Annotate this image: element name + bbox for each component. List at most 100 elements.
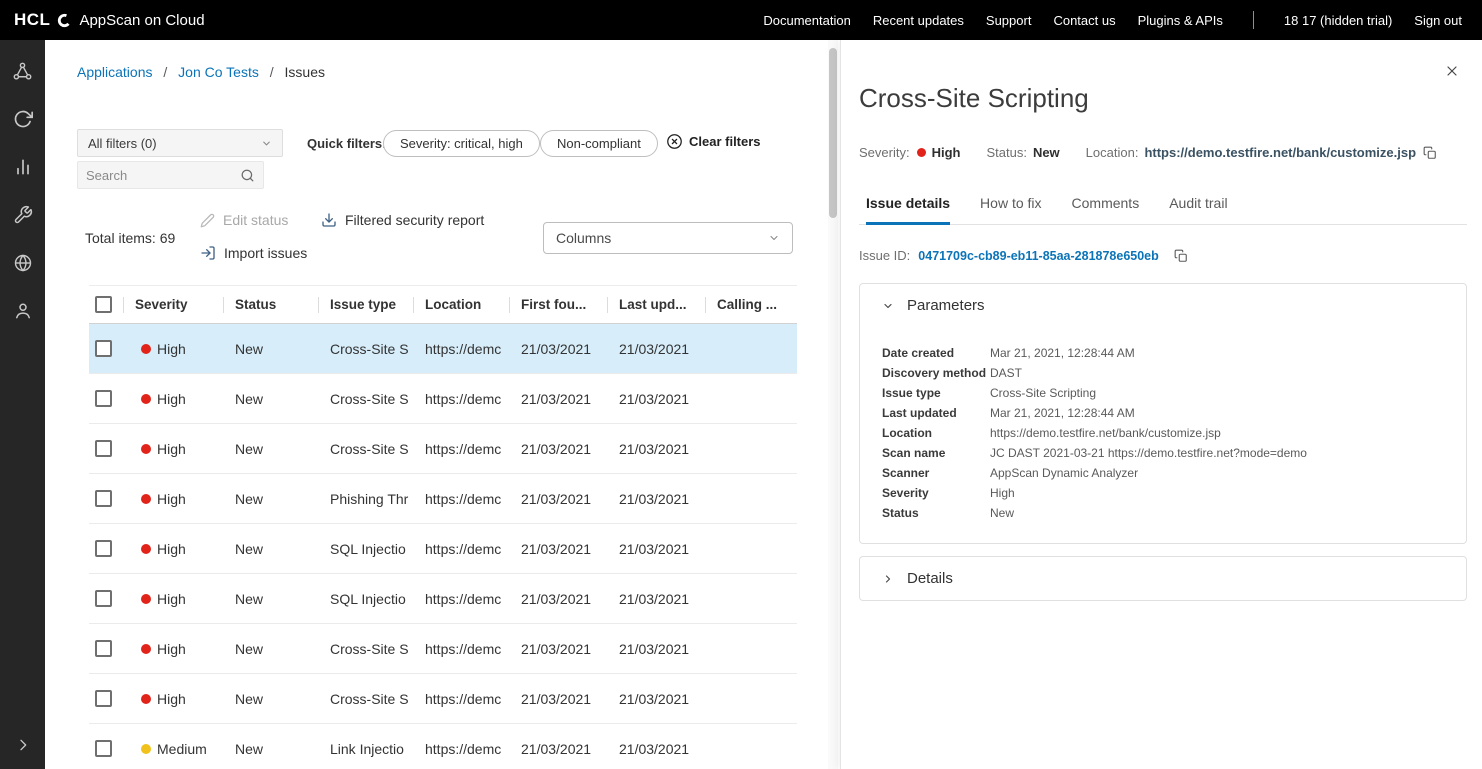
parameter-row: Date created Mar 21, 2021, 12:28:44 AM bbox=[882, 343, 1444, 363]
row-checkbox[interactable] bbox=[95, 740, 112, 757]
tab-how-to-fix[interactable]: How to fix bbox=[980, 187, 1041, 225]
issue-meta: Severity: High Status: New Location: htt… bbox=[859, 145, 1437, 160]
issue-id-row: Issue ID: 0471709c-cb89-eb11-85aa-281878… bbox=[859, 248, 1188, 263]
row-checkbox[interactable] bbox=[95, 390, 112, 407]
row-checkbox[interactable] bbox=[95, 690, 112, 707]
sidebar-item-network[interactable] bbox=[0, 243, 45, 283]
quick-filter-severity[interactable]: Severity: critical, high bbox=[383, 130, 540, 157]
select-all-checkbox[interactable] bbox=[95, 296, 112, 313]
breadcrumb-current: Issues bbox=[285, 64, 325, 80]
column-header[interactable]: First fou... bbox=[521, 297, 619, 312]
sidebar-item-account[interactable] bbox=[0, 291, 45, 331]
pencil-icon bbox=[200, 213, 215, 228]
scans-icon bbox=[13, 109, 33, 129]
table-body: High New Cross-Site S https://demc 21/03… bbox=[89, 324, 797, 769]
parameter-label: Status bbox=[882, 503, 990, 523]
sidebar-item-reports[interactable] bbox=[0, 147, 45, 187]
topnav-support[interactable]: Support bbox=[986, 13, 1032, 28]
severity-text: Medium bbox=[157, 741, 207, 757]
import-issues-label: Import issues bbox=[224, 245, 307, 261]
column-header[interactable]: Location bbox=[425, 297, 521, 312]
table-row[interactable]: High New Phishing Thr https://demc 21/03… bbox=[89, 474, 797, 524]
column-header[interactable]: Calling ... bbox=[717, 297, 797, 312]
all-filters-label: All filters (0) bbox=[88, 136, 157, 151]
last-updated-cell: 21/03/2021 bbox=[619, 441, 717, 457]
topnav-recent-updates[interactable]: Recent updates bbox=[873, 13, 964, 28]
table-row[interactable]: High New Cross-Site S https://demc 21/03… bbox=[89, 424, 797, 474]
search-input[interactable] bbox=[86, 168, 240, 183]
severity-cell: High bbox=[135, 491, 235, 507]
filtered-security-report-button[interactable]: Filtered security report bbox=[321, 212, 484, 228]
tab-audit-trail[interactable]: Audit trail bbox=[1169, 187, 1227, 225]
table-row[interactable]: High New Cross-Site S https://demc 21/03… bbox=[89, 674, 797, 724]
issue-type-cell: Cross-Site S bbox=[330, 341, 425, 357]
edit-status-button[interactable]: Edit status bbox=[200, 212, 288, 228]
severity-cell: High bbox=[135, 691, 235, 707]
sidebar-item-tools[interactable] bbox=[0, 195, 45, 235]
table-row[interactable]: High New SQL Injectio https://demc 21/03… bbox=[89, 574, 797, 624]
topnav-plugins-apis[interactable]: Plugins & APIs bbox=[1138, 13, 1223, 28]
row-checkbox[interactable] bbox=[95, 340, 112, 357]
first-found-cell: 21/03/2021 bbox=[521, 591, 619, 607]
copy-location-icon[interactable] bbox=[1423, 146, 1437, 160]
row-checkbox-cell bbox=[89, 740, 135, 757]
parameter-label: Scan name bbox=[882, 443, 990, 463]
person-icon bbox=[13, 301, 33, 321]
parameters-card: Parameters Date created Mar 21, 2021, 12… bbox=[859, 283, 1467, 544]
issue-type-cell: Cross-Site S bbox=[330, 641, 425, 657]
row-checkbox-cell bbox=[89, 440, 135, 457]
status-cell: New bbox=[235, 641, 330, 657]
brand: HCL AppScan on Cloud bbox=[14, 10, 205, 30]
sidebar-expand-button[interactable] bbox=[0, 727, 45, 763]
quick-filters-label: Quick filters: bbox=[307, 136, 386, 151]
details-card-header[interactable]: Details bbox=[860, 557, 1466, 600]
search-field[interactable] bbox=[77, 161, 264, 189]
column-header[interactable]: Issue type bbox=[330, 297, 425, 312]
severity-cell: High bbox=[135, 391, 235, 407]
last-updated-cell: 21/03/2021 bbox=[619, 541, 717, 557]
column-header[interactable]: Status bbox=[235, 297, 330, 312]
breadcrumb-separator: / bbox=[270, 64, 274, 80]
column-header[interactable]: Last upd... bbox=[619, 297, 717, 312]
sidebar-item-scans[interactable] bbox=[0, 99, 45, 139]
issue-id-link[interactable]: 0471709c-cb89-eb11-85aa-281878e650eb bbox=[918, 249, 1158, 263]
row-checkbox[interactable] bbox=[95, 540, 112, 557]
sidebar-item-applications[interactable] bbox=[0, 51, 45, 91]
quick-filter-noncompliant[interactable]: Non-compliant bbox=[540, 130, 658, 157]
column-header[interactable]: Severity bbox=[135, 297, 235, 312]
table-row[interactable]: High New Cross-Site S https://demc 21/03… bbox=[89, 324, 797, 374]
columns-dropdown[interactable]: Columns bbox=[543, 222, 793, 254]
parameter-row: Location https://demo.testfire.net/bank/… bbox=[882, 423, 1444, 443]
details-title: Details bbox=[907, 570, 953, 587]
row-checkbox[interactable] bbox=[95, 440, 112, 457]
topnav-documentation[interactable]: Documentation bbox=[763, 13, 850, 28]
clear-filters-button[interactable]: Clear filters bbox=[666, 133, 761, 150]
row-checkbox[interactable] bbox=[95, 590, 112, 607]
close-panel-button[interactable] bbox=[1442, 61, 1462, 81]
row-checkbox[interactable] bbox=[95, 490, 112, 507]
all-filters-dropdown[interactable]: All filters (0) bbox=[77, 129, 283, 157]
tab-comments[interactable]: Comments bbox=[1072, 187, 1140, 225]
last-updated-cell: 21/03/2021 bbox=[619, 741, 717, 757]
parameters-card-header[interactable]: Parameters bbox=[860, 284, 1466, 327]
location-cell: https://demc bbox=[425, 491, 521, 507]
location-cell: https://demc bbox=[425, 541, 521, 557]
table-row[interactable]: High New Cross-Site S https://demc 21/03… bbox=[89, 374, 797, 424]
severity-text: High bbox=[157, 391, 186, 407]
copy-issue-id-icon[interactable] bbox=[1174, 249, 1188, 263]
signout-link[interactable]: Sign out bbox=[1414, 13, 1462, 28]
location-link[interactable]: https://demo.testfire.net/bank/customize… bbox=[1144, 145, 1416, 160]
table-row[interactable]: Medium New Link Injectio https://demc 21… bbox=[89, 724, 797, 769]
issues-panel: Applications / Jon Co Tests / Issues All… bbox=[45, 40, 828, 769]
scrollbar-thumb[interactable] bbox=[829, 48, 837, 218]
last-updated-cell: 21/03/2021 bbox=[619, 391, 717, 407]
row-checkbox[interactable] bbox=[95, 640, 112, 657]
breadcrumb-applications[interactable]: Applications bbox=[77, 64, 153, 80]
status-cell: New bbox=[235, 441, 330, 457]
breadcrumb-application-name[interactable]: Jon Co Tests bbox=[178, 64, 259, 80]
import-issues-button[interactable]: Import issues bbox=[200, 245, 307, 261]
tab-issue-details[interactable]: Issue details bbox=[866, 187, 950, 225]
table-row[interactable]: High New Cross-Site S https://demc 21/03… bbox=[89, 624, 797, 674]
table-row[interactable]: High New SQL Injectio https://demc 21/03… bbox=[89, 524, 797, 574]
topnav-contact-us[interactable]: Contact us bbox=[1053, 13, 1115, 28]
